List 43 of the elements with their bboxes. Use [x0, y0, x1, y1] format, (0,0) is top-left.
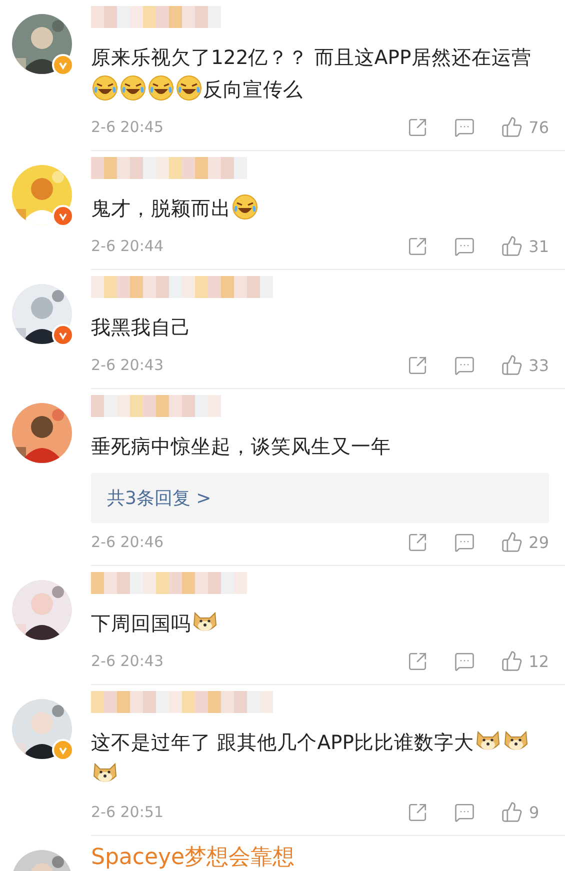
like-count: 9 — [529, 802, 540, 822]
comment-time: 2-6 20:43 — [91, 652, 164, 670]
comment-text: 下周回国吗 — [91, 608, 549, 640]
like-icon[interactable] — [501, 801, 523, 823]
share-icon[interactable] — [406, 236, 428, 256]
share-icon[interactable] — [406, 116, 428, 138]
like-icon[interactable] — [500, 531, 523, 553]
comment-time: 2-6 20:51 — [91, 803, 164, 821]
comment-text: 这不是过年了 跟其他几个APP比比谁数字大 — [91, 727, 549, 791]
comment-time: 2-6 20:46 — [91, 533, 164, 551]
comment-text: 原来乐视欠了122亿？？ 而且这APP居然还在运营 反向宣传么 — [91, 45, 532, 103]
comment-icon[interactable] — [454, 354, 475, 376]
like-icon[interactable] — [500, 650, 523, 672]
laughing-crying-emoji-icon — [148, 75, 174, 101]
laughing-crying-emoji-icon — [120, 75, 146, 101]
like-count: 12 — [528, 652, 549, 670]
share-icon[interactable] — [406, 354, 428, 376]
comment-icon[interactable] — [454, 236, 475, 256]
comment-text: 我黑我自己 — [91, 315, 192, 341]
share-icon[interactable] — [407, 802, 428, 822]
username: Spaceye梦想会靠想 — [91, 845, 295, 870]
like-count: 33 — [528, 356, 549, 374]
comment-time: 2-6 20:45 — [91, 118, 164, 136]
like-count: 29 — [528, 532, 549, 552]
comment-icon[interactable] — [454, 802, 475, 822]
comment-time: 2-6 20:43 — [91, 356, 164, 374]
comment-text: 鬼才，脱颖而出 — [91, 193, 549, 225]
share-icon[interactable] — [406, 532, 428, 552]
comment-time: 2-6 20:44 — [91, 237, 164, 255]
like-icon[interactable] — [500, 354, 523, 376]
like-icon[interactable] — [500, 116, 523, 138]
share-icon[interactable] — [406, 650, 428, 672]
comment-icon[interactable] — [454, 650, 475, 672]
replies-link[interactable]: 共3条回复 > — [91, 473, 549, 523]
laughing-crying-emoji-icon — [176, 75, 202, 101]
like-count: 76 — [528, 118, 549, 136]
comment-icon[interactable] — [454, 116, 475, 138]
like-count: 31 — [528, 236, 549, 256]
comment-icon[interactable] — [454, 532, 475, 552]
laughing-crying-emoji-icon — [92, 75, 118, 101]
laughing-crying-emoji-icon — [232, 194, 258, 220]
comment-text: 垂死病中惊坐起，谈笑风生又一年 — [91, 434, 392, 460]
like-icon[interactable] — [500, 235, 523, 257]
